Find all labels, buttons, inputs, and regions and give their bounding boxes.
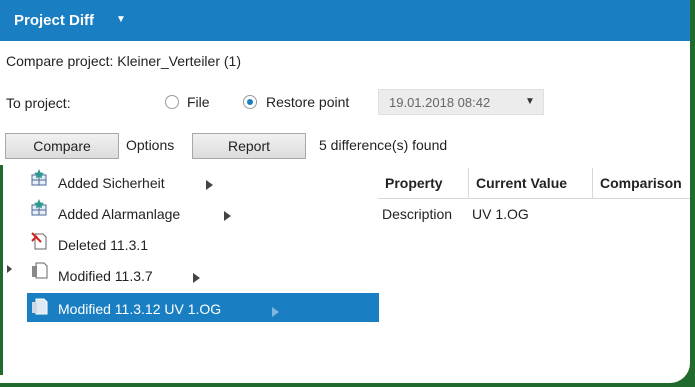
restore-point-radio[interactable] [243,95,257,109]
to-project-label: To project: [6,95,71,111]
tree-item-label[interactable]: Modified 11.3.12 UV 1.OG [58,301,221,317]
expand-arrow-icon[interactable] [193,273,200,283]
tree-item-label[interactable]: Added Sicherheit [58,175,165,191]
expand-arrow-icon[interactable] [206,180,213,190]
added-icon [31,169,47,186]
restore-point-value: 19.01.2018 08:42 [389,95,491,110]
tree-item-label[interactable]: Deleted 11.3.1 [58,237,148,253]
modified-icon [32,298,48,315]
grid-cell-property: Description [382,206,453,222]
title-dropdown-icon[interactable]: ▼ [116,14,126,25]
expand-arrow-icon[interactable] [224,211,231,221]
deleted-icon [31,232,47,250]
file-radio-label[interactable]: File [187,94,210,110]
compare-button[interactable]: Compare [5,133,119,159]
file-radio[interactable] [165,95,179,109]
differences-status: 5 difference(s) found [319,137,448,153]
window-title[interactable]: Project Diff [14,12,94,29]
chevron-down-icon: ▼ [525,96,535,107]
tree-item-label[interactable]: Added Alarmanlage [58,206,180,222]
property-grid-header: Property Current Value Comparison [378,168,690,199]
restore-point-radio-label[interactable]: Restore point [266,94,349,110]
grid-cell-current-value: UV 1.OG [472,206,529,222]
options-link[interactable]: Options [126,137,174,153]
column-comparison[interactable]: Comparison [593,168,690,198]
report-button[interactable]: Report [192,133,306,159]
title-bar: Project Diff ▼ [0,0,690,41]
frame-border [0,165,3,375]
compare-project-label: Compare project: Kleiner_Verteiler (1) [6,53,241,69]
column-current-value[interactable]: Current Value [469,168,593,198]
restore-point-select[interactable]: 19.01.2018 08:42 ▼ [378,89,544,115]
project-diff-window: Project Diff ▼ Compare project: Kleiner_… [0,0,690,383]
column-property[interactable]: Property [378,168,469,198]
tree-item-label[interactable]: Modified 11.3.7 [58,268,153,284]
modified-icon [32,262,48,279]
expand-tree-icon[interactable] [7,265,12,273]
expand-arrow-icon[interactable] [272,307,279,317]
added-icon [31,199,47,216]
